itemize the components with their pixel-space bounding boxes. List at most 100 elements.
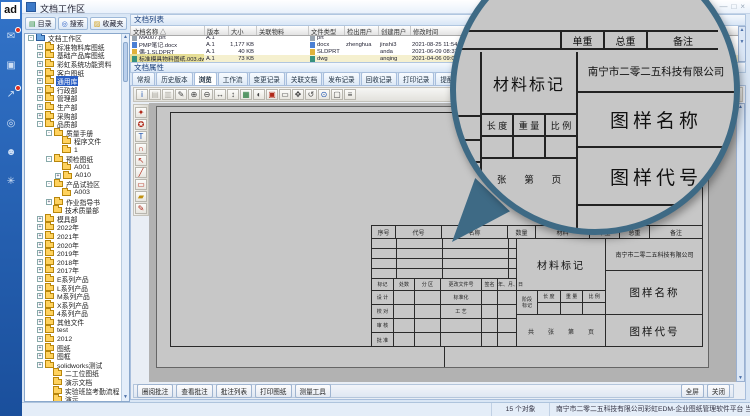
file-list-scrollbar[interactable]: ▲▼ — [738, 26, 746, 62]
tree-expander-icon[interactable]: + — [37, 61, 43, 67]
annotation-tool-button[interactable]: ╱ — [135, 167, 147, 178]
annotation-action-button[interactable]: 批注列表 — [216, 384, 252, 398]
tree-expander-icon[interactable] — [54, 190, 60, 196]
annotation-action-button[interactable]: 查看批注 — [176, 384, 212, 398]
tree-item[interactable]: + 图纸 — [25, 343, 129, 352]
tree-expander-icon[interactable]: + — [37, 293, 43, 299]
tree-expander-icon[interactable]: + — [37, 362, 43, 368]
property-tab[interactable]: 工作流 — [218, 72, 248, 85]
tree-expander-icon[interactable]: + — [37, 259, 43, 265]
viewer-tool-button[interactable]: ✎ — [175, 89, 187, 100]
viewer-tool-button[interactable]: ▢ — [331, 89, 343, 100]
rail-icon[interactable]: ✉ — [4, 30, 18, 44]
sidebar-tab[interactable]: ◎ 搜索 — [58, 17, 88, 30]
tree-expander-icon[interactable] — [45, 379, 51, 385]
tree-expander-icon[interactable]: + — [55, 173, 61, 179]
rail-icon[interactable]: ☻ — [4, 146, 18, 160]
viewer-action-button[interactable]: 全屏 — [681, 384, 704, 398]
column-header[interactable]: 版本 — [205, 26, 229, 35]
tree-expander-icon[interactable] — [54, 164, 60, 170]
viewer-action-button[interactable]: 关闭 — [707, 384, 730, 398]
column-header[interactable]: 文档名称 △ — [131, 26, 205, 35]
tree-item[interactable]: A001 — [25, 163, 129, 172]
property-tab[interactable]: 浏览 — [194, 72, 217, 85]
tree-expander-icon[interactable]: - — [28, 35, 34, 41]
tree-expander-icon[interactable] — [54, 147, 60, 153]
viewer-tool-button[interactable]: ↺ — [305, 89, 317, 100]
tree-expander-icon[interactable]: + — [37, 250, 43, 256]
property-tab[interactable]: 打印记录 — [398, 72, 434, 85]
annotation-action-button[interactable]: 打印图纸 — [255, 384, 291, 398]
tree-item[interactable]: + 2012 — [25, 335, 129, 344]
column-header[interactable]: 检出用户 — [345, 26, 379, 35]
column-header[interactable]: 创建用户 — [379, 26, 411, 35]
tree-expander-icon[interactable]: + — [37, 95, 43, 101]
tree-expander-icon[interactable]: + — [37, 302, 43, 308]
maximize-button[interactable]: □ — [731, 2, 736, 11]
property-tab[interactable]: 发布记录 — [323, 72, 359, 85]
scroll-up-icon[interactable]: ▲ — [122, 34, 129, 41]
tree-expander-icon[interactable]: + — [37, 242, 43, 248]
column-header[interactable]: 文件类型 — [309, 26, 345, 35]
viewer-tool-button[interactable]: ✥ — [292, 89, 304, 100]
annotation-action-button[interactable]: 圈阅批注 — [137, 384, 173, 398]
viewer-tool-button[interactable]: ↕ — [227, 89, 239, 100]
annotation-tool-button[interactable]: ✪ — [135, 119, 147, 130]
tree-expander-icon[interactable]: + — [37, 233, 43, 239]
tree-expander-icon[interactable]: + — [37, 78, 43, 84]
rail-icon[interactable]: ▣ — [4, 59, 18, 73]
tree-expander-icon[interactable]: + — [37, 353, 43, 359]
column-header[interactable]: 大小 — [229, 26, 257, 35]
tree-expander-icon[interactable] — [54, 138, 60, 144]
tree-expander-icon[interactable]: - — [46, 181, 52, 187]
viewer-tool-button[interactable]: ◐ — [253, 89, 265, 100]
tree-expander-icon[interactable]: + — [37, 70, 43, 76]
tree-expander-icon[interactable]: + — [37, 276, 43, 282]
annotation-tool-button[interactable]: T — [135, 131, 147, 142]
property-tab[interactable]: 回收记录 — [361, 72, 397, 85]
rail-icon[interactable]: ✳ — [4, 175, 18, 189]
tree-expander-icon[interactable]: + — [37, 285, 43, 291]
annotation-action-button[interactable]: 测量工具 — [295, 384, 331, 398]
rail-icon[interactable]: ↗ — [4, 88, 18, 102]
viewer-tool-button[interactable]: ≡ — [344, 89, 356, 100]
tree-expander-icon[interactable]: + — [37, 336, 43, 342]
viewer-tool-button[interactable]: ▤ — [149, 89, 161, 100]
tree-item[interactable]: 演示 — [25, 395, 129, 402]
property-tab[interactable]: 历史版本 — [156, 72, 192, 85]
close-button[interactable]: × — [740, 2, 745, 11]
tree-expander-icon[interactable]: + — [37, 327, 43, 333]
tree-expander-icon[interactable]: + — [37, 44, 43, 50]
canvas-scrollbar[interactable]: ▲▼ — [736, 103, 745, 382]
tree-expander-icon[interactable] — [45, 207, 51, 213]
tree-item[interactable]: + 其他文件 — [25, 318, 129, 327]
tree-scrollbar[interactable]: ▲ ▼ — [121, 34, 129, 401]
tree-expander-icon[interactable]: + — [37, 104, 43, 110]
tree-expander-icon[interactable] — [45, 388, 51, 394]
tree-expander-icon[interactable]: + — [37, 267, 43, 273]
column-header[interactable]: 关联物料 — [257, 26, 309, 35]
tree-expander-icon[interactable]: + — [37, 87, 43, 93]
tree-item[interactable]: 程序文件 — [25, 137, 129, 146]
annotation-tool-button[interactable]: ∩ — [135, 143, 147, 154]
tree-item[interactable]: + test — [25, 326, 129, 335]
tree-expander-icon[interactable]: - — [37, 121, 43, 127]
annotation-tool-button[interactable]: ✎ — [135, 203, 147, 214]
tree-item[interactable]: - 预检图纸 — [25, 154, 129, 163]
viewer-tool-button[interactable]: ⊕ — [188, 89, 200, 100]
tree-expander-icon[interactable]: - — [46, 156, 52, 162]
tree-expander-icon[interactable]: + — [37, 113, 43, 119]
viewer-tool-button[interactable]: ↔ — [214, 89, 226, 100]
tree-item[interactable]: - 产品试验区 — [25, 180, 129, 189]
annotation-tool-button[interactable]: ▰ — [135, 191, 147, 202]
tree-expander-icon[interactable]: + — [37, 216, 43, 222]
sidebar-tab[interactable]: ▤ 目录 — [25, 17, 56, 30]
property-tab[interactable]: 常规 — [132, 72, 155, 85]
rail-icon[interactable]: ◎ — [4, 117, 18, 131]
annotation-tool-button[interactable]: ✦ — [135, 107, 147, 118]
tree-expander-icon[interactable]: + — [37, 345, 43, 351]
minimize-button[interactable]: — — [719, 2, 727, 11]
tree-expander-icon[interactable]: + — [46, 199, 52, 205]
tree-expander-icon[interactable]: + — [37, 52, 43, 58]
tree-expander-icon[interactable]: + — [37, 319, 43, 325]
